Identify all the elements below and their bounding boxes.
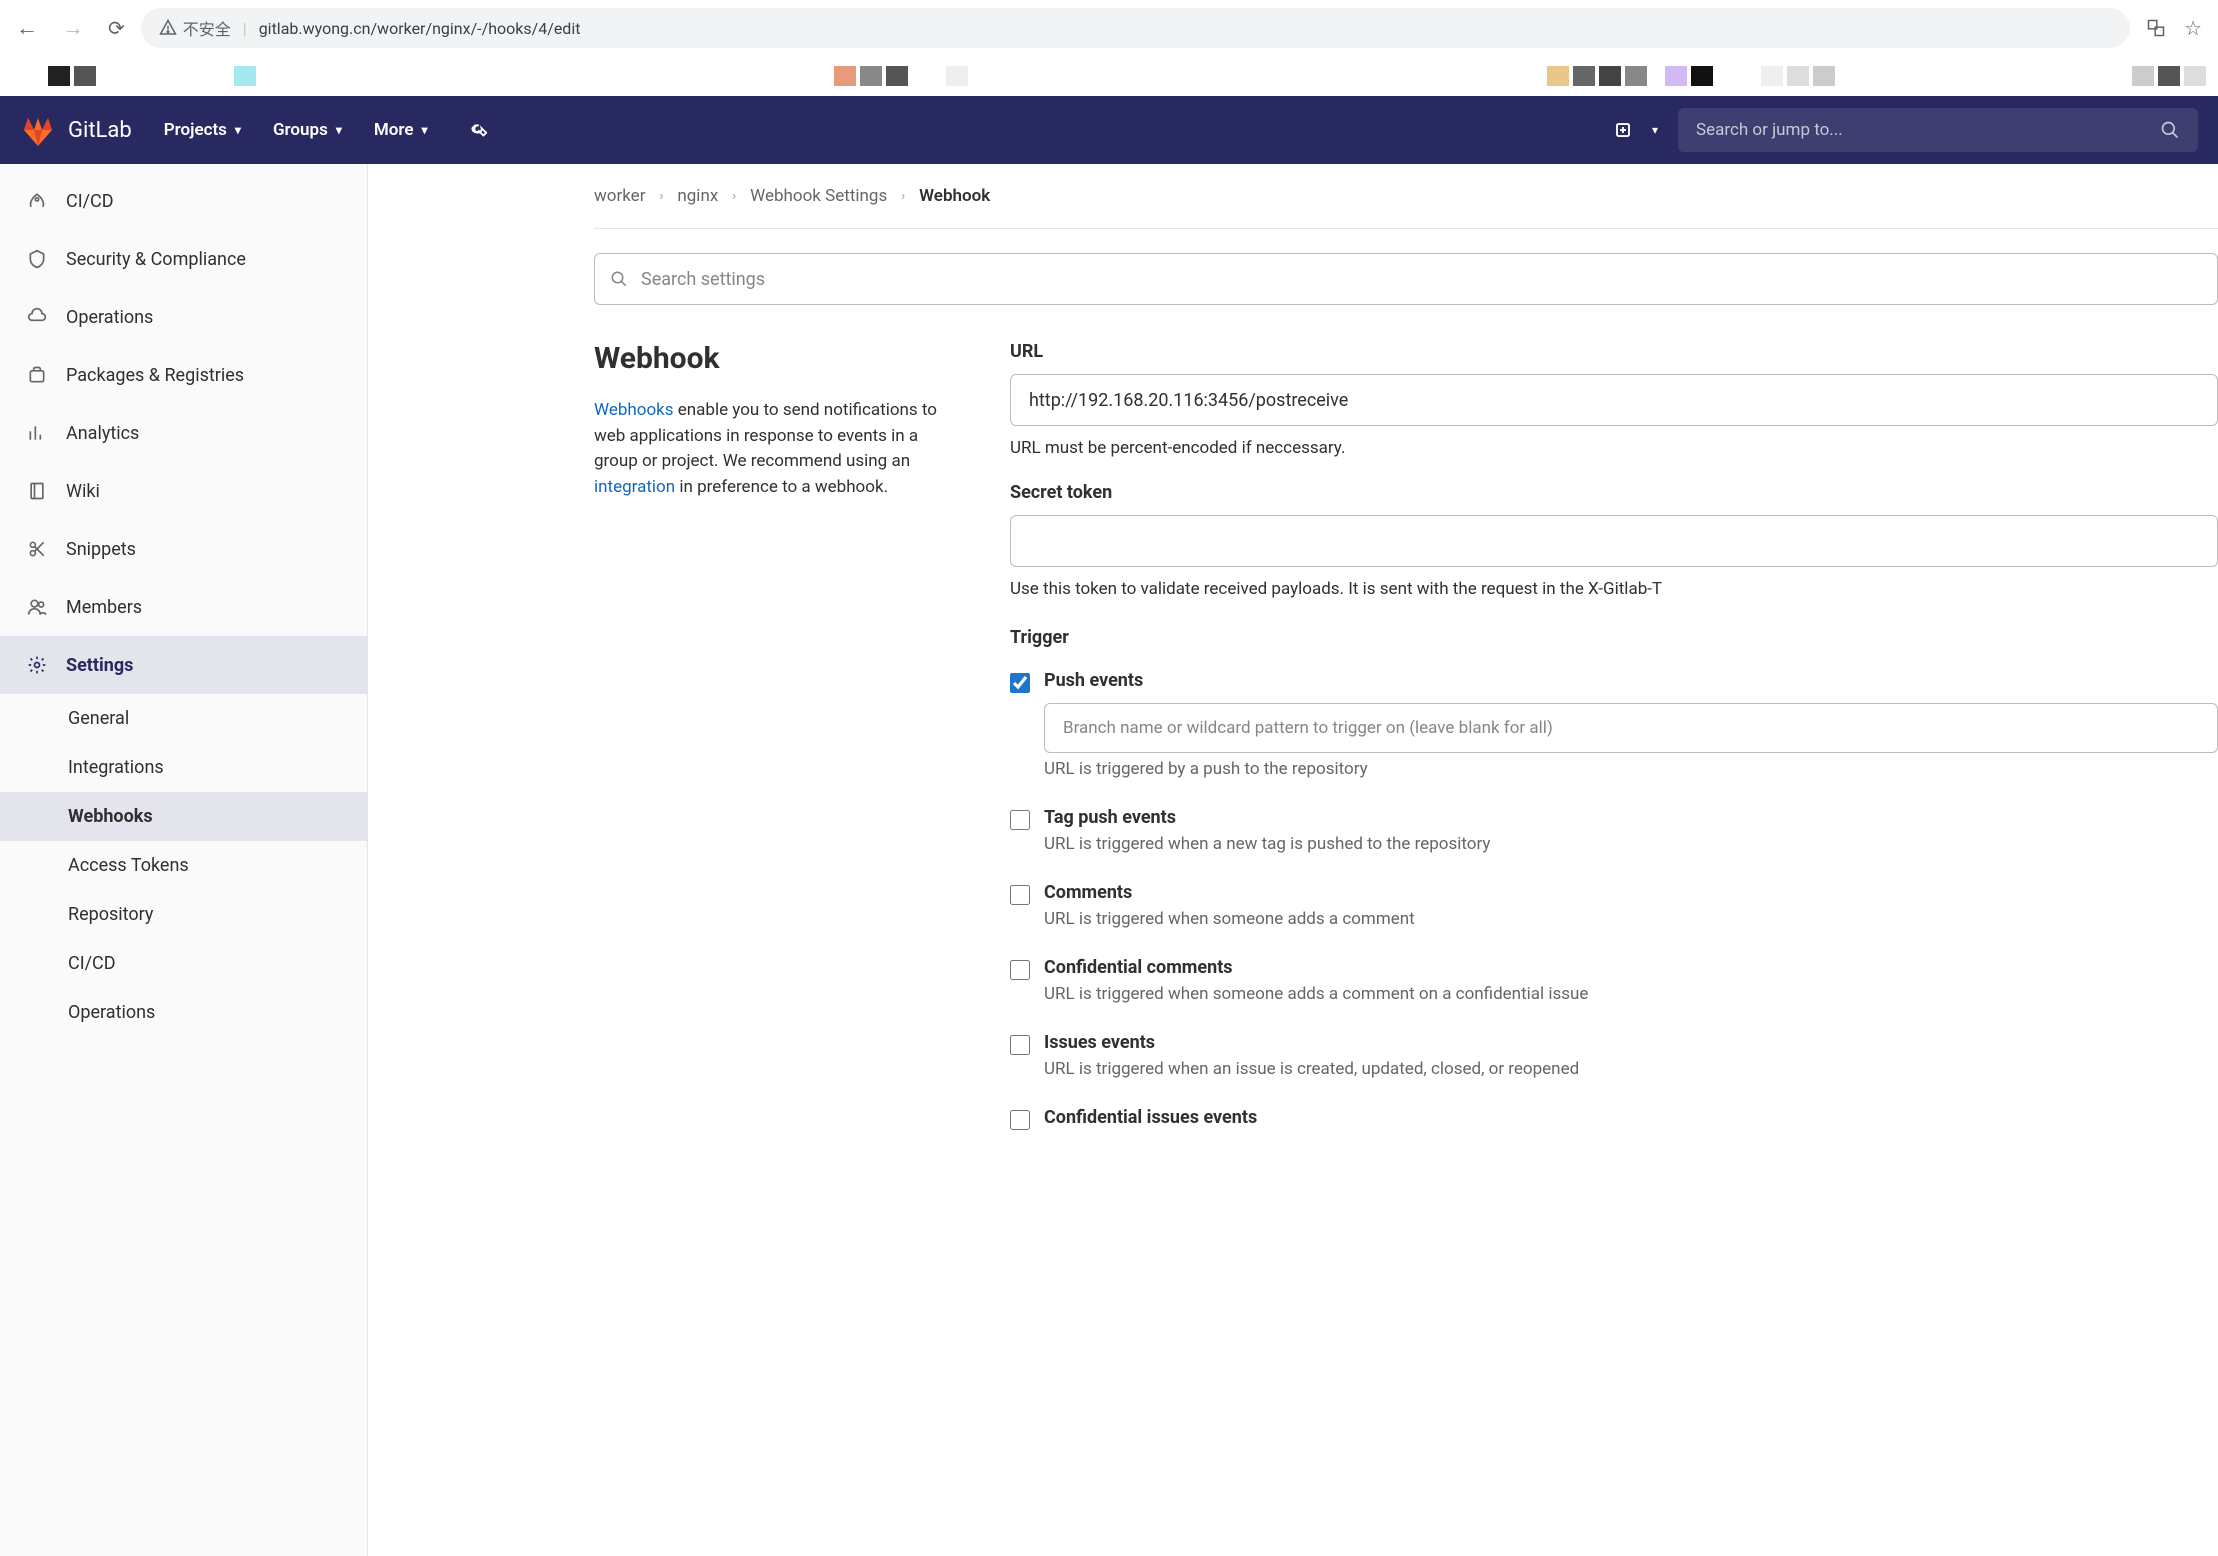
tag-push-title: Tag push events — [1044, 807, 2218, 828]
webhook-description: Webhooks enable you to send notification… — [594, 398, 954, 500]
comments-checkbox[interactable] — [1010, 885, 1030, 905]
chevron-down-icon: ▾ — [336, 123, 342, 137]
sidebar-item-members[interactable]: Members — [0, 578, 367, 636]
translate-icon[interactable] — [2146, 18, 2166, 38]
webhooks-link[interactable]: Webhooks — [594, 400, 674, 420]
search-icon — [2160, 120, 2180, 140]
chevron-down-icon: ▾ — [235, 123, 241, 137]
sidebar-item-snippets[interactable]: Snippets — [0, 520, 367, 578]
comments-title: Comments — [1044, 882, 2218, 903]
reload-icon[interactable]: ⟳ — [108, 16, 125, 40]
plus-icon[interactable] — [1614, 121, 1632, 139]
issues-checkbox[interactable] — [1010, 1035, 1030, 1055]
main-content: worker › nginx › Webhook Settings › Webh… — [368, 164, 2218, 1556]
push-events-title: Push events — [1044, 670, 2218, 691]
sidebar-sub-repository[interactable]: Repository — [0, 890, 367, 939]
chart-icon — [26, 422, 48, 444]
shield-icon — [26, 248, 48, 270]
chevron-right-icon: › — [901, 189, 905, 204]
wrench-icon[interactable] — [466, 119, 488, 141]
nav-projects[interactable]: Projects ▾ — [164, 120, 241, 140]
sidebar-sub-access-tokens[interactable]: Access Tokens — [0, 841, 367, 890]
search-settings-input[interactable] — [594, 253, 2218, 305]
sidebar: CI/CD Security & Compliance Operations P… — [0, 164, 368, 1556]
breadcrumb-worker[interactable]: worker — [594, 186, 645, 206]
sidebar-item-packages[interactable]: Packages & Registries — [0, 346, 367, 404]
chevron-down-icon[interactable]: ▾ — [1652, 123, 1658, 137]
forward-icon[interactable]: → — [62, 15, 84, 41]
star-icon[interactable]: ☆ — [2184, 16, 2202, 40]
insecure-label: 不安全 — [183, 16, 231, 40]
issues-desc: URL is triggered when an issue is create… — [1044, 1059, 2218, 1079]
tag-push-checkbox[interactable] — [1010, 810, 1030, 830]
sidebar-sub-cicd[interactable]: CI/CD — [0, 939, 367, 988]
gear-icon — [26, 654, 48, 676]
address-bar[interactable]: 不安全 | gitlab.wyong.cn/worker/nginx/-/hoo… — [141, 8, 2130, 48]
nav-more[interactable]: More ▾ — [374, 120, 428, 140]
integration-link[interactable]: integration — [594, 477, 675, 497]
search-placeholder: Search or jump to... — [1696, 120, 2148, 140]
gitlab-header: GitLab Projects ▾ Groups ▾ More ▾ ▾ Sear… — [0, 96, 2218, 164]
breadcrumb-webhook-settings[interactable]: Webhook Settings — [750, 186, 887, 206]
header-search[interactable]: Search or jump to... — [1678, 108, 2198, 152]
branch-filter-input[interactable] — [1044, 703, 2218, 753]
rocket-icon — [26, 190, 48, 212]
bookmarks-bar — [0, 56, 2218, 96]
url-help: URL must be percent-encoded if neccessar… — [1010, 438, 2218, 458]
push-events-checkbox[interactable] — [1010, 673, 1030, 693]
sidebar-item-wiki[interactable]: Wiki — [0, 462, 367, 520]
sidebar-item-analytics[interactable]: Analytics — [0, 404, 367, 462]
sidebar-item-cicd[interactable]: CI/CD — [0, 172, 367, 230]
sidebar-sub-webhooks[interactable]: Webhooks — [0, 792, 367, 841]
insecure-warning-icon: 不安全 — [159, 16, 231, 40]
scissors-icon — [26, 538, 48, 560]
browser-chrome: ← → ⟳ 不安全 | gitlab.wyong.cn/worker/nginx… — [0, 0, 2218, 56]
trigger-label: Trigger — [1010, 627, 2218, 648]
nav-groups[interactable]: Groups ▾ — [273, 120, 342, 140]
breadcrumbs: worker › nginx › Webhook Settings › Webh… — [594, 164, 2218, 228]
search-icon — [610, 270, 628, 288]
sidebar-sub-integrations[interactable]: Integrations — [0, 743, 367, 792]
breadcrumb-current: Webhook — [919, 186, 990, 206]
conf-comments-title: Confidential comments — [1044, 957, 2218, 978]
back-icon[interactable]: ← — [16, 15, 38, 41]
chevron-right-icon: › — [659, 189, 663, 204]
chevron-down-icon: ▾ — [421, 123, 427, 137]
url-text: gitlab.wyong.cn/worker/nginx/-/hooks/4/e… — [259, 19, 581, 38]
chevron-right-icon: › — [732, 189, 736, 204]
sidebar-item-settings[interactable]: Settings — [0, 636, 367, 694]
sidebar-sub-operations[interactable]: Operations — [0, 988, 367, 1037]
issues-title: Issues events — [1044, 1032, 2218, 1053]
token-label: Secret token — [1010, 482, 2218, 503]
page-title: Webhook — [594, 341, 954, 376]
gitlab-brand: GitLab — [68, 118, 132, 143]
gitlab-logo[interactable]: GitLab — [20, 112, 132, 148]
conf-issues-title: Confidential issues events — [1044, 1107, 2218, 1128]
conf-comments-desc: URL is triggered when someone adds a com… — [1044, 984, 2218, 1004]
tag-push-desc: URL is triggered when a new tag is pushe… — [1044, 834, 2218, 854]
url-input[interactable] — [1010, 374, 2218, 426]
cloud-icon — [26, 306, 48, 328]
token-input[interactable] — [1010, 515, 2218, 567]
url-label: URL — [1010, 341, 2218, 362]
push-events-desc: URL is triggered by a push to the reposi… — [1044, 759, 2218, 779]
members-icon — [26, 596, 48, 618]
sidebar-item-operations[interactable]: Operations — [0, 288, 367, 346]
conf-issues-checkbox[interactable] — [1010, 1110, 1030, 1130]
sidebar-sub-general[interactable]: General — [0, 694, 367, 743]
breadcrumb-nginx[interactable]: nginx — [677, 186, 718, 206]
token-help: Use this token to validate received payl… — [1010, 579, 2218, 599]
book-icon — [26, 480, 48, 502]
sidebar-item-security[interactable]: Security & Compliance — [0, 230, 367, 288]
conf-comments-checkbox[interactable] — [1010, 960, 1030, 980]
comments-desc: URL is triggered when someone adds a com… — [1044, 909, 2218, 929]
search-settings — [594, 253, 2218, 305]
package-icon — [26, 364, 48, 386]
